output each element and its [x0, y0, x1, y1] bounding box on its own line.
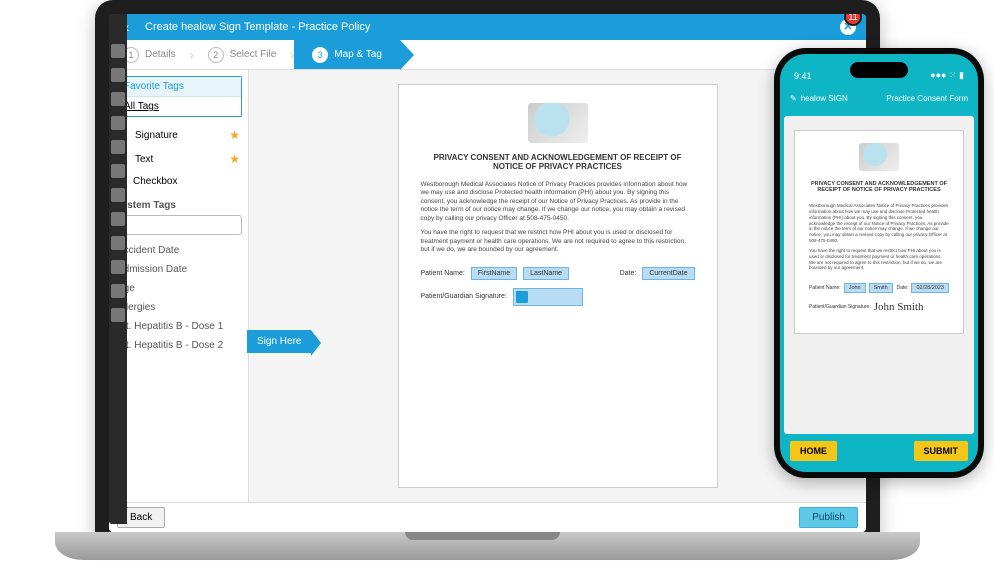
laptop-screen: 11 ‹ Create healow Sign Template - Pract… — [109, 14, 866, 532]
phone-doc-viewport[interactable]: PRIVACY CONSENT AND ACKNOWLEDGEMENT OF R… — [784, 116, 974, 434]
signature-label: Patient/Guardian Signature: — [809, 304, 871, 310]
systag-item[interactable]: Alt. Hepatitis B - Dose 1 — [115, 317, 242, 336]
star-icon[interactable]: ★ — [229, 152, 240, 166]
submit-button[interactable]: SUBMIT — [914, 441, 969, 461]
phone-screen: 9:41 ●●● ⁙ ▮ ✎ healow SIGN Practice Cons… — [780, 54, 978, 472]
publish-button[interactable]: Publish — [799, 507, 858, 528]
wizard-steps: 1 Details › 2 Select File › 3 Map & Tag — [109, 40, 866, 70]
date-label: Date: — [897, 285, 909, 291]
tag-sidebar: Favorite Tags All Tags ✎ Signature ★ T T… — [109, 70, 249, 502]
dynamic-island — [850, 62, 908, 78]
doc-paragraph: You have the right to request that we re… — [809, 248, 949, 271]
practice-logo — [528, 103, 588, 143]
systag-item[interactable]: Age — [115, 279, 242, 298]
app-brand: healow SIGN — [801, 94, 848, 103]
phone-document-page[interactable]: PRIVACY CONSENT AND ACKNOWLEDGEMENT OF R… — [794, 130, 964, 334]
tag-tab-panel: Favorite Tags All Tags — [115, 76, 242, 117]
pen-icon: ✎ — [790, 94, 797, 103]
wizard-step-selectfile[interactable]: 2 Select File — [194, 47, 291, 63]
tag-firstname[interactable]: FirstName — [471, 267, 517, 280]
modal-header: ‹ Create healow Sign Template - Practice… — [109, 14, 866, 40]
tag-lastname[interactable]: LastName — [523, 267, 569, 280]
tag-label: Text — [135, 154, 153, 165]
laptop-mock: 11 ‹ Create healow Sign Template - Pract… — [95, 0, 880, 540]
home-button[interactable]: HOME — [790, 441, 837, 461]
status-time: 9:41 — [794, 71, 812, 81]
step-label: Details — [145, 49, 176, 60]
date-label: Date: — [620, 270, 637, 277]
nav-icon[interactable] — [111, 236, 125, 250]
phone-footer: HOME SUBMIT — [780, 438, 978, 472]
tag-label: Signature — [135, 130, 178, 141]
systag-item[interactable]: Admission Date — [115, 260, 242, 279]
step-number: 3 — [312, 47, 328, 63]
nav-icon[interactable] — [111, 92, 125, 106]
systag-item[interactable]: Accident Date — [115, 241, 242, 260]
step-label: Map & Tag — [334, 49, 382, 60]
phone-app-header: ✎ healow SIGN Practice Consent Form — [780, 84, 978, 112]
tag-currentdate[interactable]: CurrentDate — [642, 267, 694, 280]
nav-icon[interactable] — [111, 164, 125, 178]
systag-item[interactable]: Allergies — [115, 298, 242, 317]
tab-all-tags[interactable]: All Tags — [116, 97, 241, 116]
doc-body: Westborough Medical Associates Notice of… — [421, 181, 695, 255]
signature-label: Patient/Guardian Signature: — [421, 293, 507, 300]
modal-title: Create healow Sign Template - Practice P… — [145, 14, 370, 40]
step-label: Select File — [230, 49, 277, 60]
nav-icon[interactable] — [111, 188, 125, 202]
doc-paragraph: Westborough Medical Associates Notice of… — [809, 203, 949, 244]
doc-fields: Patient Name: John Smith Date: 02/28/202… — [809, 283, 949, 313]
doc-body: Westborough Medical Associates Notice of… — [809, 203, 949, 271]
nav-icon[interactable] — [111, 260, 125, 274]
favorite-tag-list: ✎ Signature ★ T Text ★ ✓ Checkbox — [115, 123, 242, 192]
document-page[interactable]: PRIVACY CONSENT AND ACKNOWLEDGEMENT OF R… — [398, 84, 718, 488]
field-date[interactable]: 02/28/2023 — [911, 283, 949, 293]
tag-text[interactable]: T Text ★ — [115, 147, 242, 171]
signature-value[interactable]: John Smith — [874, 301, 924, 313]
doc-name: Practice Consent Form — [886, 94, 968, 103]
wizard-step-maptag[interactable]: 3 Map & Tag — [294, 40, 400, 69]
doc-title: PRIVACY CONSENT AND ACKNOWLEDGEMENT OF R… — [809, 181, 949, 193]
tag-checkbox[interactable]: ✓ Checkbox — [115, 171, 242, 192]
modal-body: Favorite Tags All Tags ✎ Signature ★ T T… — [109, 70, 866, 502]
nav-icon[interactable] — [111, 212, 125, 226]
star-icon[interactable]: ★ — [229, 128, 240, 142]
field-firstname[interactable]: John — [844, 283, 866, 293]
tag-label: Checkbox — [133, 176, 177, 187]
system-tag-list: Accident Date Admission Date Age Allergi… — [115, 241, 242, 355]
systag-item[interactable]: Alt. Hepatitis B - Dose 2 — [115, 336, 242, 355]
laptop-trackpad-notch — [405, 532, 560, 540]
field-lastname[interactable]: Smith — [869, 283, 893, 293]
nav-icon[interactable] — [111, 68, 125, 82]
patient-name-label: Patient Name: — [421, 270, 465, 277]
phone-mock: 9:41 ●●● ⁙ ▮ ✎ healow SIGN Practice Cons… — [774, 48, 984, 478]
nav-icon[interactable] — [111, 308, 125, 322]
system-tags-search[interactable] — [115, 215, 242, 235]
doc-paragraph: You have the right to request that we re… — [421, 229, 695, 254]
doc-title: PRIVACY CONSENT AND ACKNOWLEDGEMENT OF R… — [421, 153, 695, 171]
step-number: 2 — [208, 47, 224, 63]
system-tags-heading: System Tags — [115, 200, 242, 211]
doc-fields: Patient Name: FirstName LastName Date: C… — [421, 267, 695, 306]
nav-icon[interactable] — [111, 140, 125, 154]
tab-favorite-tags[interactable]: Favorite Tags — [116, 77, 241, 97]
tag-signature[interactable]: ✎ Signature ★ — [115, 123, 242, 147]
patient-name-label: Patient Name: — [809, 285, 841, 291]
practice-logo — [859, 143, 899, 171]
doc-paragraph: Westborough Medical Associates Notice of… — [421, 181, 695, 223]
tag-signature-field[interactable] — [513, 288, 583, 306]
nav-icon[interactable] — [111, 116, 125, 130]
sign-here-pointer[interactable]: Sign Here — [247, 330, 311, 353]
modal-footer: Back Publish — [109, 502, 866, 532]
app-nav-strip — [109, 14, 127, 524]
nav-icon[interactable] — [111, 284, 125, 298]
nav-icon[interactable] — [111, 44, 125, 58]
status-icons: ●●● ⁙ ▮ — [930, 70, 964, 81]
